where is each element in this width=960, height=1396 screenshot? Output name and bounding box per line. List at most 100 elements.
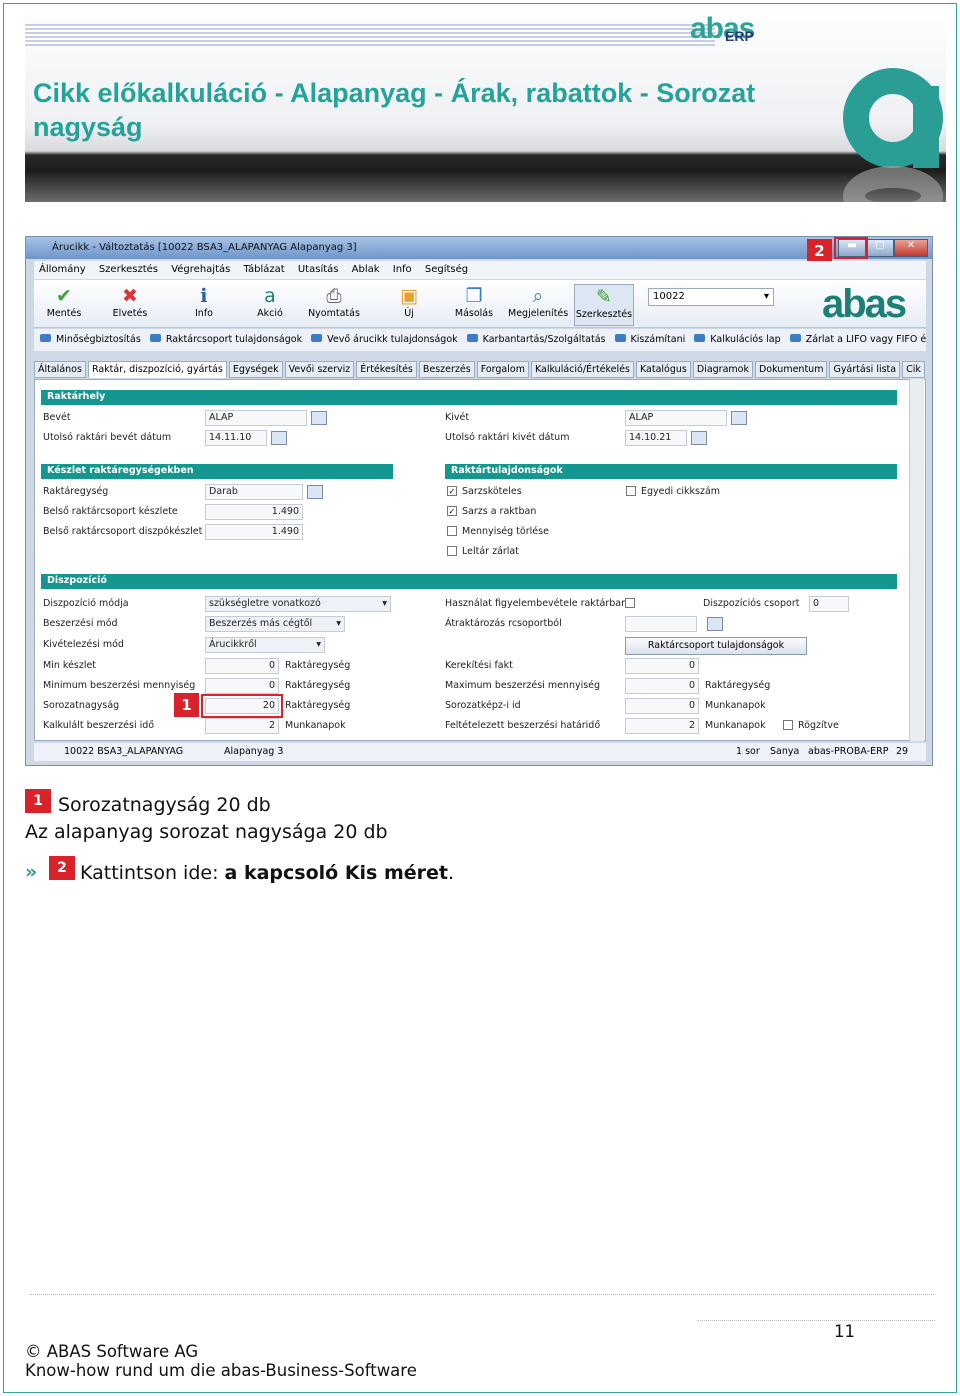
felt-hatarido-field[interactable]: 2 <box>625 718 699 734</box>
label: Diszpozíció módja <box>43 598 129 609</box>
discard-button[interactable]: ✖ Elvetés <box>100 284 160 319</box>
tab[interactable]: Kalkuláció/Értékelés <box>530 361 634 378</box>
tab[interactable]: Értékesítés <box>356 361 417 378</box>
lookup-icon[interactable] <box>311 411 327 425</box>
checkmark-icon: ✔ <box>56 285 72 307</box>
tab-active[interactable]: Raktár, diszpozíció, gyártás <box>87 361 227 378</box>
kivet-field[interactable]: ALAP <box>625 410 727 426</box>
edit-button[interactable]: ✎ Szerkesztés <box>574 284 634 326</box>
link-item[interactable]: Karbantartás/Szolgáltatás <box>467 334 606 345</box>
label: Sorozatképz-i id <box>445 700 521 711</box>
calendar-icon[interactable] <box>691 431 707 445</box>
link-item[interactable]: Zárlat a LIFO vagy FIFO érté... <box>790 334 926 345</box>
section-raktartul: Raktártulajdonságok <box>445 464 897 479</box>
max-besz-field[interactable]: 0 <box>625 678 699 694</box>
edit-pencil-icon: ✎ <box>596 286 612 308</box>
sarzs-checkbox[interactable]: ✓ <box>447 486 457 496</box>
tab[interactable]: Gyártási lista <box>829 361 901 378</box>
label: Belső raktárcsoport diszpókészlet <box>43 526 203 537</box>
raktaregyseg-field[interactable]: Darab <box>205 484 303 500</box>
lookup-icon[interactable] <box>731 411 747 425</box>
link-item[interactable]: Kalkulációs lap <box>694 334 780 345</box>
tab[interactable]: Általános <box>34 361 86 378</box>
bevet-field[interactable]: ALAP <box>205 410 307 426</box>
sarzs-raktban-checkbox[interactable]: ✓ <box>447 506 457 516</box>
beszerzes-mod-select[interactable]: Beszerzés más cégtől ▾ <box>205 616 345 632</box>
diszp-mod-select[interactable]: szükségletre vonatkozó ▾ <box>205 596 391 612</box>
menu-item[interactable]: Utasítás <box>298 264 339 275</box>
tab[interactable]: Diagramok <box>692 361 753 378</box>
link-item[interactable]: Raktárcsoport tulajdonságok <box>150 334 302 345</box>
section-raktarhely: Raktárhely <box>41 390 897 405</box>
lookup-icon[interactable] <box>307 485 323 499</box>
menu-item[interactable]: Állomány <box>39 264 86 275</box>
label: Rögzítve <box>798 720 839 731</box>
kalk-ido-field[interactable]: 2 <box>205 718 279 734</box>
label: Bevét <box>43 412 71 423</box>
label: Raktáregység <box>285 700 351 711</box>
link-item[interactable]: Kiszámítani <box>615 334 686 345</box>
tab[interactable]: Forgalom <box>476 361 529 378</box>
new-button[interactable]: ▣ Új <box>379 284 439 319</box>
close-button[interactable]: ✕ <box>894 239 928 257</box>
record-combo[interactable]: 10022 ▾ <box>648 288 774 306</box>
text-line-1: Sorozatnagyság 20 db <box>58 794 271 816</box>
kivetelezes-mod-select[interactable]: Árucikkről ▾ <box>205 637 325 653</box>
menu-item[interactable]: Szerkesztés <box>99 264 158 275</box>
label: Diszpozíciós csoport <box>703 598 800 609</box>
marker-1-legend: 1 <box>25 789 51 813</box>
calendar-icon[interactable] <box>271 431 287 445</box>
egyedi-checkbox[interactable] <box>626 486 636 496</box>
tab[interactable]: Vevői szerviz <box>284 361 355 378</box>
bevet-date-field[interactable]: 14.11.10 <box>205 430 267 446</box>
tab[interactable]: Katalógus <box>635 361 691 378</box>
leltar-checkbox[interactable] <box>447 546 457 556</box>
info-button[interactable]: ℹ Info <box>174 284 234 319</box>
window-title: Árucikk - Változtatás [10022 BSA3_ALAPAN… <box>26 237 932 259</box>
vertical-scrollbar[interactable] <box>909 379 924 741</box>
hasznalat-checkbox[interactable] <box>625 598 635 608</box>
erp-logo: ERP <box>725 28 754 44</box>
menu-item[interactable]: Info <box>393 264 412 275</box>
diszp-csoport-field[interactable]: 0 <box>809 596 849 612</box>
menu-item[interactable]: Táblázat <box>244 264 285 275</box>
footer-slogan: Know-how rund um die abas-Business-Softw… <box>25 1361 417 1380</box>
maximize-button[interactable]: ▢ <box>866 239 894 257</box>
tab[interactable]: Beszerzés <box>418 361 475 378</box>
menu-item[interactable]: Ablak <box>352 264 380 275</box>
status-bar: 10022 BSA3_ALAPANYAG Alapanyag 3 1 sor S… <box>34 743 926 761</box>
lookup-icon[interactable] <box>707 617 723 631</box>
view-button[interactable]: ⌕ Megjelenítés <box>508 284 568 319</box>
tab[interactable]: Egységek <box>228 361 283 378</box>
copy-button[interactable]: ❐ Másolás <box>444 284 504 319</box>
label: Átraktározás rcsoportból <box>445 618 562 629</box>
raktarcsoport-button[interactable]: Raktárcsoport tulajdonságok <box>625 637 807 655</box>
abas-action-icon: a <box>264 285 276 307</box>
label: Feltételezett beszerzési határidő <box>445 720 601 731</box>
tab[interactable]: Dokumentum <box>754 361 828 378</box>
tab[interactable]: Cik <box>902 361 925 378</box>
print-button[interactable]: ⎙ Nyomtatás <box>304 284 364 319</box>
action-button[interactable]: a Akció <box>240 284 300 319</box>
label: Utolsó raktári bevét dátum <box>43 432 172 443</box>
min-besz-field[interactable]: 0 <box>205 678 279 694</box>
banner: abas ERP Cikk előkalkuláció - Alapanyag … <box>25 6 946 202</box>
page-number-divider <box>697 1320 935 1321</box>
kerekites-field[interactable]: 0 <box>625 658 699 674</box>
rogzitve-checkbox[interactable] <box>783 720 793 730</box>
atrak-field[interactable] <box>625 616 697 632</box>
min-keszlet-field[interactable]: 0 <box>205 658 279 674</box>
link-item[interactable]: Minőségbiztosítás <box>40 334 141 345</box>
menny-torlese-checkbox[interactable] <box>447 526 457 536</box>
menu-item[interactable]: Segítség <box>425 264 468 275</box>
save-button[interactable]: ✔ Mentés <box>34 284 94 319</box>
menu-item[interactable]: Végrehajtás <box>171 264 230 275</box>
printer-icon: ⎙ <box>326 285 342 307</box>
belso-keszlet-value: 1.490 <box>205 504 303 520</box>
footer-company: © ABAS Software AG <box>25 1342 199 1361</box>
kivet-date-field[interactable]: 14.10.21 <box>625 430 687 446</box>
link-item[interactable]: Vevő árucikk tulajdonságok <box>311 334 458 345</box>
abas-brand-logo: abas <box>822 282 907 326</box>
sorozatkepzesi-field[interactable]: 0 <box>625 698 699 714</box>
highlight-box-2 <box>834 237 868 259</box>
